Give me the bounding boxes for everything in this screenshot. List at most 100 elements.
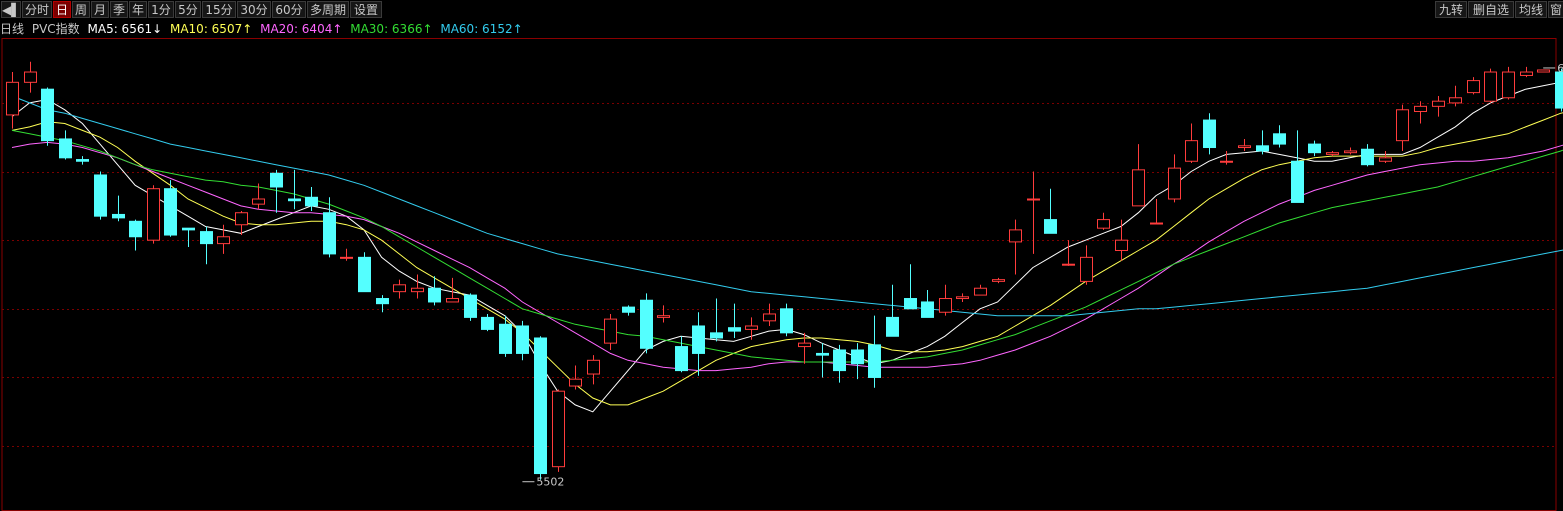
candle-body-down: [464, 294, 477, 318]
candle-body-down: [904, 298, 917, 310]
remove-watchlist-button[interactable]: 删自选: [1468, 1, 1514, 18]
candle-body-down: [323, 212, 336, 255]
candle-body-up: [1379, 157, 1392, 162]
tab-60min[interactable]: 60分: [272, 1, 306, 18]
period-toolbar: ◀▌ 分时日周月季年 1分 5分 15分 30分 60分 多周期 设置 九转 删自选 均线窗: [0, 0, 1563, 19]
candle-body-down: [358, 256, 371, 293]
ma-line-ma60: [11, 95, 1563, 317]
tab-yearly[interactable]: 年: [129, 1, 147, 18]
candle-body-up: [1185, 140, 1198, 162]
candle-body-up: [939, 298, 952, 313]
legend-instrument: PVC指数: [31, 22, 80, 36]
tab-timeshare[interactable]: 分时: [22, 1, 52, 18]
candle-body-down: [499, 323, 512, 354]
candle-body-down: [481, 316, 494, 330]
candle-body-up: [1414, 105, 1427, 112]
candle-body-down: [868, 344, 881, 378]
candle-body-down: [164, 188, 177, 236]
candle-body-down: [516, 325, 529, 354]
candle-body-down: [1361, 148, 1374, 166]
candle-body-down: [780, 308, 793, 334]
tab-monthly[interactable]: 月: [91, 1, 109, 18]
period-toggle-icon[interactable]: ◀▌: [1, 1, 21, 18]
candle-body-up: [745, 325, 758, 330]
candle-body-up: [1027, 198, 1040, 201]
tab-weekly[interactable]: 周: [72, 1, 90, 18]
candle-body-up: [235, 212, 248, 226]
tab-daily[interactable]: 日: [53, 1, 71, 18]
candle-body-up: [1097, 219, 1110, 229]
candle-body-up: [1484, 71, 1497, 102]
candle-body-down: [305, 196, 318, 207]
candle-body-up: [1220, 160, 1233, 163]
candle-body-down: [428, 287, 441, 303]
candle-body-up: [1326, 152, 1339, 155]
candle-body-up: [1009, 229, 1022, 243]
candle-body-down: [728, 327, 741, 332]
candle-body-up: [569, 378, 582, 387]
candle-body-up: [1062, 263, 1075, 266]
candle-body-down: [1555, 71, 1563, 109]
tab-30min[interactable]: 30分: [237, 1, 271, 18]
legend-ma10: MA10: 6507↑: [169, 22, 253, 36]
ma-line-ma20: [11, 141, 1563, 372]
candle-body-down: [816, 352, 829, 356]
high-price-label: 6696: [1557, 62, 1563, 75]
candle-body-down: [851, 349, 864, 365]
candlestick-chart[interactable]: 6696 5502: [0, 38, 1563, 511]
tab-multi-period[interactable]: 多周期: [307, 1, 349, 18]
candle-body-down: [1291, 160, 1304, 203]
candle-body-down: [1044, 219, 1057, 234]
candle-body-up: [1238, 145, 1251, 149]
candle-body-up: [552, 390, 565, 468]
candle-body-down: [59, 138, 72, 159]
ma-lines-button[interactable]: 均线: [1515, 1, 1547, 18]
candle-body-up: [252, 198, 265, 205]
candle-body-up: [992, 279, 1005, 282]
settings-button[interactable]: 设置: [350, 1, 382, 18]
candle-body-up: [1467, 80, 1480, 94]
candle-body-up: [1150, 222, 1163, 225]
candle-body-down: [129, 220, 142, 238]
plot-frame: [1, 38, 1557, 511]
window-button[interactable]: 窗: [1548, 1, 1563, 18]
candle-body-down: [112, 213, 125, 219]
candle-body-down: [710, 332, 723, 339]
candle-body-up: [1168, 167, 1181, 200]
candle-body-down: [1273, 133, 1286, 145]
legend-ma5: MA5: 6561↓: [87, 22, 163, 36]
candle-body-down: [1203, 119, 1216, 149]
candle-body-down: [270, 172, 283, 188]
candle-body-up: [1132, 169, 1145, 207]
candle-body-up: [587, 359, 600, 375]
indicator-legend: 日线 PVC指数 MA5: 6561↓ MA10: 6507↑ MA20: 64…: [0, 21, 527, 37]
candle-body-up: [657, 315, 670, 318]
candle-body-up: [1537, 69, 1550, 73]
nine-rotate-button[interactable]: 九转: [1435, 1, 1467, 18]
tab-5min[interactable]: 5分: [175, 1, 201, 18]
candle-body-up: [446, 298, 459, 303]
candle-body-up: [763, 313, 776, 322]
candle-body-up: [147, 188, 160, 241]
candle-body-down: [1308, 143, 1321, 154]
candle-body-down: [76, 159, 89, 162]
candle-body-up: [956, 296, 969, 300]
candle-body-down: [182, 227, 195, 231]
candle-body-down: [200, 231, 213, 245]
tab-15min[interactable]: 15分: [202, 1, 236, 18]
tab-1min[interactable]: 1分: [148, 1, 174, 18]
candle-body-down: [1256, 145, 1269, 152]
candle-body-up: [798, 342, 811, 348]
candle-body-down: [288, 198, 301, 202]
candle-body-down: [886, 316, 899, 337]
tab-quarterly[interactable]: 季: [110, 1, 128, 18]
candle-body-down: [640, 299, 653, 349]
candle-body-up: [974, 287, 987, 296]
candle-body-up: [393, 284, 406, 293]
candle-body-up: [1396, 109, 1409, 142]
candle-body-down: [675, 346, 688, 372]
candle-body-up: [1520, 71, 1533, 76]
candle-body-down: [833, 349, 846, 372]
candle-body-down: [692, 325, 705, 354]
candle-body-down: [41, 88, 54, 142]
